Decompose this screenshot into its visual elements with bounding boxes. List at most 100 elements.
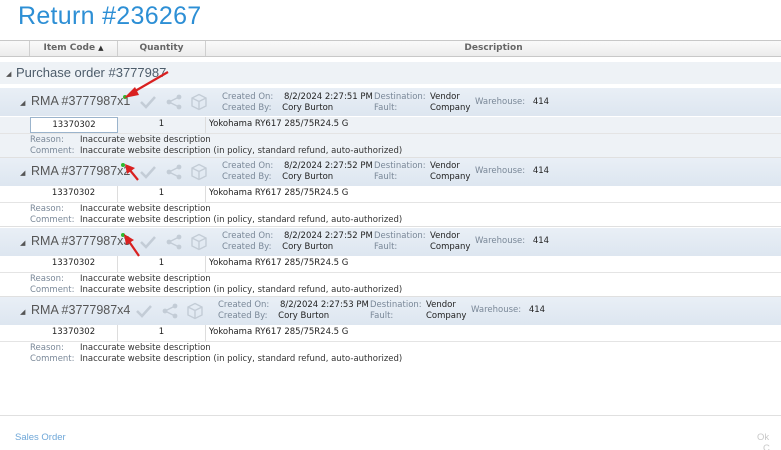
footer-divider bbox=[0, 415, 781, 416]
quantity-cell: 1 bbox=[118, 117, 206, 133]
comment-label: Comment: bbox=[30, 285, 75, 295]
package-box-icon[interactable] bbox=[186, 302, 204, 320]
item-code-cell[interactable]: 13370302 bbox=[30, 256, 118, 272]
item-code-cell[interactable]: 13370302 bbox=[30, 117, 118, 133]
comment-label: Comment: bbox=[30, 354, 75, 364]
item-code-cell[interactable]: 13370302 bbox=[30, 325, 118, 341]
quantity-cell: 1 bbox=[118, 325, 206, 341]
created-by-value: Cory Burton bbox=[282, 242, 334, 252]
created-by-label: Created By: bbox=[218, 311, 268, 321]
rma-title: RMA #3777987x2 bbox=[31, 164, 131, 178]
table-row[interactable]: 13370302 1 Yokohama RY617 285/75R24.5 G bbox=[0, 117, 781, 134]
warehouse-value: 414 bbox=[532, 97, 550, 107]
fault-label: Fault: bbox=[374, 103, 398, 113]
share-icon[interactable] bbox=[161, 302, 179, 320]
destination-label: Destination: bbox=[374, 231, 426, 241]
quantity-cell: 1 bbox=[118, 186, 206, 202]
created-by-label: Created By: bbox=[222, 103, 272, 113]
collapse-triangle-icon[interactable]: ◢ bbox=[20, 308, 25, 316]
fault-label: Fault: bbox=[374, 242, 398, 252]
item-code-cell[interactable]: 13370302 bbox=[30, 186, 118, 202]
table-row[interactable]: 13370302 1 Yokohama RY617 285/75R24.5 G bbox=[0, 325, 781, 342]
approve-check-icon[interactable] bbox=[135, 302, 153, 320]
rma-warehouse: Warehouse: 414 bbox=[471, 305, 545, 316]
rma-warehouse: Warehouse: 414 bbox=[475, 97, 549, 108]
reason-block: Reason: Inaccurate website description Co… bbox=[0, 342, 781, 366]
annotation-arrow-icon bbox=[124, 71, 169, 98]
column-header-quantity[interactable]: Quantity bbox=[118, 41, 206, 56]
share-icon[interactable] bbox=[165, 163, 183, 181]
created-on-value: 8/2/2024 2:27:52 PM bbox=[284, 161, 373, 171]
annotation-arrow-icon bbox=[124, 234, 140, 257]
rma-header[interactable]: ◢ RMA #3777987x3 Created On: 8/2/2024 2:… bbox=[0, 228, 781, 256]
warehouse-value: 414 bbox=[532, 166, 550, 176]
reason-value: Inaccurate website description bbox=[80, 135, 211, 145]
warehouse-value: 414 bbox=[528, 305, 546, 315]
comment-value: Inaccurate website description (in polic… bbox=[80, 215, 403, 225]
created-on-value: 8/2/2024 2:27:51 PM bbox=[284, 92, 373, 102]
fault-label: Fault: bbox=[370, 311, 394, 321]
created-on-value: 8/2/2024 2:27:53 PM bbox=[280, 300, 369, 310]
reason-label: Reason: bbox=[30, 274, 64, 284]
sales-order-link[interactable]: Sales Order bbox=[15, 432, 66, 443]
warehouse-label: Warehouse: bbox=[475, 166, 526, 176]
share-icon[interactable] bbox=[165, 233, 183, 251]
collapse-triangle-icon[interactable]: ◢ bbox=[20, 99, 25, 107]
grid-header-spacer bbox=[0, 41, 30, 56]
destination-label: Destination: bbox=[374, 92, 426, 102]
created-on-label: Created On: bbox=[222, 92, 274, 102]
reason-label: Reason: bbox=[30, 204, 64, 214]
rma-destination-label-block: Destination: Fault: bbox=[374, 161, 426, 183]
collapse-triangle-icon[interactable]: ◢ bbox=[6, 70, 11, 78]
cancel-button[interactable]: C bbox=[763, 443, 770, 450]
column-header-item-code[interactable]: Item Code ▲ bbox=[30, 41, 118, 56]
description-cell: Yokohama RY617 285/75R24.5 G bbox=[209, 258, 349, 268]
rma-warehouse: Warehouse: 414 bbox=[475, 236, 549, 247]
collapse-triangle-icon[interactable]: ◢ bbox=[20, 169, 25, 177]
ok-button[interactable]: Ok bbox=[757, 432, 769, 443]
reason-block: Reason: Inaccurate website description Co… bbox=[0, 134, 781, 158]
reason-value: Inaccurate website description bbox=[80, 204, 211, 214]
rma-created-info: Created On: 8/2/2024 2:27:53 PM Created … bbox=[218, 300, 369, 322]
reason-block: Reason: Inaccurate website description Co… bbox=[0, 273, 781, 297]
rma-destination-label-block: Destination: Fault: bbox=[370, 300, 422, 322]
page-title: Return #236267 bbox=[18, 2, 202, 30]
rma-warehouse: Warehouse: 414 bbox=[475, 166, 549, 177]
reason-label: Reason: bbox=[30, 135, 64, 145]
package-box-icon[interactable] bbox=[190, 233, 208, 251]
created-on-label: Created On: bbox=[218, 300, 270, 310]
fault-label: Fault: bbox=[374, 172, 398, 182]
created-by-value: Cory Burton bbox=[282, 103, 334, 113]
column-header-quantity-label: Quantity bbox=[139, 43, 184, 53]
table-row[interactable]: 13370302 1 Yokohama RY617 285/75R24.5 G bbox=[0, 256, 781, 273]
warehouse-value: 414 bbox=[532, 236, 550, 246]
reason-value: Inaccurate website description bbox=[80, 274, 211, 284]
comment-label: Comment: bbox=[30, 215, 75, 225]
rma-created-info: Created On: 8/2/2024 2:27:52 PM Created … bbox=[222, 161, 373, 183]
collapse-triangle-icon[interactable]: ◢ bbox=[20, 239, 25, 247]
annotation-arrow-icon bbox=[125, 164, 139, 181]
rma-header[interactable]: ◢ RMA #3777987x2 Created On: 8/2/2024 2:… bbox=[0, 158, 781, 186]
created-on-value: 8/2/2024 2:27:52 PM bbox=[284, 231, 373, 241]
comment-value: Inaccurate website description (in polic… bbox=[80, 354, 403, 364]
column-header-item-code-label: Item Code bbox=[43, 43, 96, 53]
rma-header[interactable]: ◢ RMA #3777987x4 Created On: 8/2/2024 2:… bbox=[0, 297, 781, 325]
comment-value: Inaccurate website description (in polic… bbox=[80, 285, 403, 295]
description-cell: Yokohama RY617 285/75R24.5 G bbox=[209, 188, 349, 198]
column-header-description[interactable]: Description bbox=[206, 41, 781, 56]
package-box-icon[interactable] bbox=[190, 163, 208, 181]
created-by-value: Cory Burton bbox=[282, 172, 334, 182]
rma-destination-value: Vendor Company bbox=[430, 161, 471, 182]
destination-label: Destination: bbox=[374, 161, 426, 171]
description-cell: Yokohama RY617 285/75R24.5 G bbox=[209, 327, 349, 337]
package-box-icon[interactable] bbox=[190, 93, 208, 111]
table-row[interactable]: 13370302 1 Yokohama RY617 285/75R24.5 G bbox=[0, 186, 781, 203]
warehouse-label: Warehouse: bbox=[475, 97, 526, 107]
created-by-value: Cory Burton bbox=[278, 311, 330, 321]
rma-created-info: Created On: 8/2/2024 2:27:51 PM Created … bbox=[222, 92, 373, 114]
created-on-label: Created On: bbox=[222, 161, 274, 171]
reason-label: Reason: bbox=[30, 343, 64, 353]
created-on-label: Created On: bbox=[222, 231, 274, 241]
warehouse-label: Warehouse: bbox=[471, 305, 522, 315]
rma-title: RMA #3777987x4 bbox=[31, 303, 131, 317]
